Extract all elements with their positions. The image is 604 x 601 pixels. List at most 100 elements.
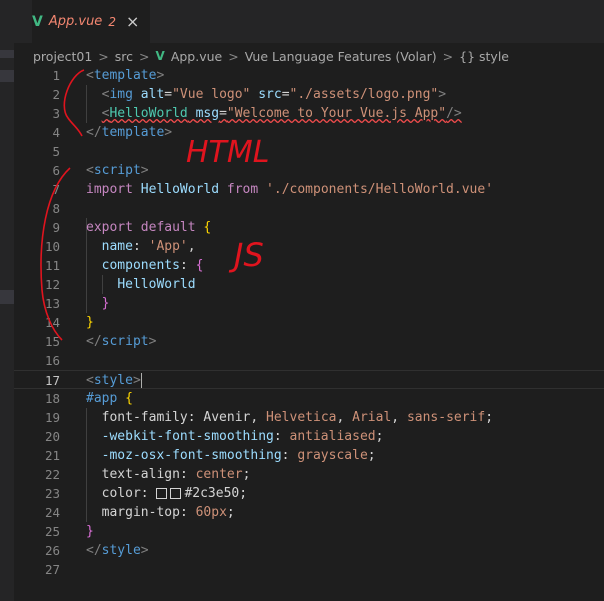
code-editor[interactable]: 1 <template> 2 <img alt="Vue logo" src=".… xyxy=(14,66,604,601)
line-content: <template> xyxy=(86,68,165,83)
breadcrumb-file[interactable]: App.vue xyxy=(171,49,222,64)
line-content: font-family: Avenir, Helvetica, Arial, s… xyxy=(101,410,494,425)
code-line: 24 margin-top: 60px; xyxy=(14,503,604,522)
code-line: 9 export default { xyxy=(14,218,604,237)
line-number: 22 xyxy=(44,467,60,482)
code-line: 3 <HelloWorld msg="Welcome to Your Vue.j… xyxy=(14,104,604,123)
chevron-right-icon: > xyxy=(228,48,239,64)
code-line: 22 text-align: center; xyxy=(14,465,604,484)
code-line: 11 components: { xyxy=(14,256,604,275)
line-content: margin-top: 60px; xyxy=(101,505,235,520)
line-content: </template> xyxy=(86,125,173,140)
code-line: 8 xyxy=(14,199,604,218)
line-number: 19 xyxy=(44,410,60,425)
code-line: 12 HelloWorld xyxy=(14,275,604,294)
line-number: 24 xyxy=(44,505,60,520)
line-content: HelloWorld xyxy=(117,277,196,292)
code-line: 15 </script> xyxy=(14,332,604,351)
line-content: } xyxy=(86,315,94,330)
activity-indicator xyxy=(0,70,14,82)
line-number: 7 xyxy=(52,182,60,197)
code-line: 5 xyxy=(14,142,604,161)
line-content: name: 'App', xyxy=(101,239,196,254)
line-number: 10 xyxy=(44,239,60,254)
line-number: 6 xyxy=(52,163,60,178)
chevron-right-icon: > xyxy=(442,48,454,64)
line-content: color: #2c3e50; xyxy=(101,486,248,501)
code-line: 13 } xyxy=(14,294,604,313)
vue-icon: V xyxy=(155,49,165,63)
breadcrumb-symbol[interactable]: {} style xyxy=(459,49,509,64)
line-number: 13 xyxy=(44,296,60,311)
line-number: 1 xyxy=(52,68,60,83)
code-line-current: 17 <style> xyxy=(14,370,604,389)
chevron-right-icon: > xyxy=(139,48,150,64)
text-cursor xyxy=(140,373,142,388)
code-line: 16 xyxy=(14,351,604,370)
line-content: } xyxy=(101,296,110,311)
line-number: 11 xyxy=(44,258,60,273)
line-content: components: { xyxy=(101,258,204,273)
color-swatch[interactable] xyxy=(170,488,182,499)
line-number: 17 xyxy=(44,373,60,388)
line-number: 25 xyxy=(44,524,60,539)
close-icon[interactable]: × xyxy=(126,12,139,31)
line-number: 5 xyxy=(52,144,60,159)
breadcrumb: project01 > src > V App.vue > Vue Langua… xyxy=(33,46,604,66)
vue-icon: V xyxy=(32,13,43,30)
line-content: export default { xyxy=(86,220,212,235)
line-content: text-align: center; xyxy=(101,467,251,482)
line-content: -webkit-font-smoothing: antialiased; xyxy=(101,429,384,444)
line-number: 23 xyxy=(44,486,60,501)
code-line: 19 font-family: Avenir, Helvetica, Arial… xyxy=(14,408,604,427)
breadcrumb-language[interactable]: Vue Language Features (Volar) xyxy=(245,49,437,64)
line-number: 20 xyxy=(44,429,60,444)
line-number: 8 xyxy=(52,201,60,216)
code-line: 4 </template> xyxy=(14,123,604,142)
code-line: 1 <template> xyxy=(14,66,604,85)
line-number: 18 xyxy=(44,391,60,406)
line-content: <img alt="Vue logo" src="./assets/logo.p… xyxy=(101,87,447,102)
code-line: 6 <script> xyxy=(14,161,604,180)
code-line: 14} xyxy=(14,313,604,332)
line-content: <script> xyxy=(86,163,149,178)
code-line: 20 -webkit-font-smoothing: antialiased; xyxy=(14,427,604,446)
breadcrumb-src[interactable]: src xyxy=(115,49,133,64)
line-content: </style> xyxy=(86,543,149,558)
activity-indicator xyxy=(0,50,14,58)
line-number: 21 xyxy=(44,448,60,463)
code-line: 2 <img alt="Vue logo" src="./assets/logo… xyxy=(14,85,604,104)
code-line: 23 color: #2c3e50; xyxy=(14,484,604,503)
code-line: 21 -moz-osx-font-smoothing: grayscale; xyxy=(14,446,604,465)
tab-bar: V App.vue 2 × xyxy=(14,0,604,43)
code-line: 27 xyxy=(14,560,604,579)
line-number: 26 xyxy=(44,543,60,558)
tab-filename: App.vue xyxy=(48,14,103,29)
tab-problem-count: 2 xyxy=(108,14,116,29)
line-content: <HelloWorld msg="Welcome to Your Vue.js … xyxy=(101,106,462,121)
line-number: 12 xyxy=(44,277,60,292)
line-content: </script> xyxy=(86,334,157,349)
line-number: 2 xyxy=(52,87,60,102)
activity-indicator xyxy=(0,290,14,304)
line-number: 15 xyxy=(44,334,60,349)
line-number: 9 xyxy=(52,220,60,235)
line-number: 14 xyxy=(44,315,60,330)
line-content: -moz-osx-font-smoothing: grayscale; xyxy=(101,448,376,463)
line-content: #app { xyxy=(86,391,133,406)
line-content: } xyxy=(86,524,94,539)
code-line: 10 name: 'App', xyxy=(14,237,604,256)
code-line: 7 import HelloWorld from './components/He… xyxy=(14,180,604,199)
activity-bar xyxy=(0,0,14,601)
chevron-right-icon: > xyxy=(98,48,109,64)
color-swatch[interactable] xyxy=(156,488,168,499)
line-number: 3 xyxy=(52,106,60,121)
line-number: 16 xyxy=(44,353,60,368)
code-line: 25} xyxy=(14,522,604,541)
breadcrumb-project[interactable]: project01 xyxy=(33,49,92,64)
line-number: 27 xyxy=(44,562,60,577)
line-content: <style> xyxy=(86,373,142,388)
tab-app-vue[interactable]: V App.vue 2 × xyxy=(32,0,150,43)
line-content: import HelloWorld from './components/Hel… xyxy=(86,182,494,197)
code-line: 26 </style> xyxy=(14,541,604,560)
